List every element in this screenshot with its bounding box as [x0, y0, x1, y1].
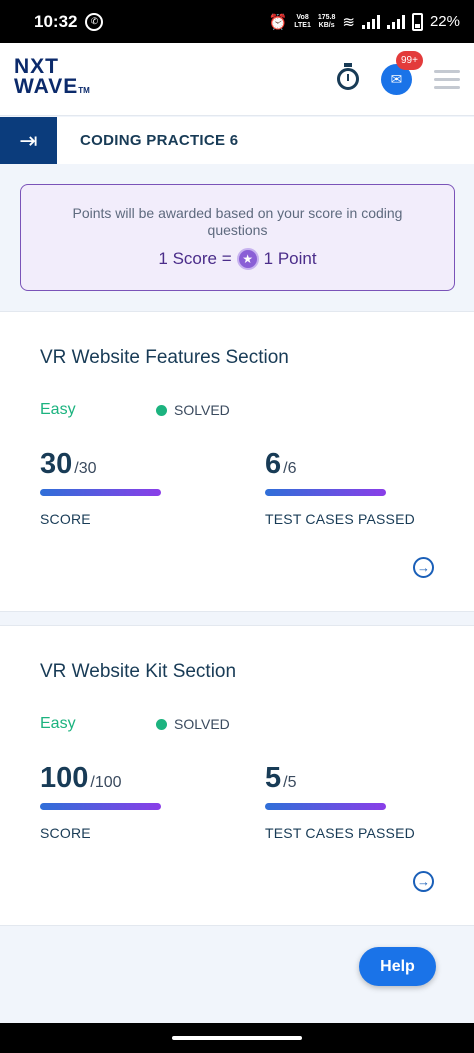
chat-button[interactable]: ✉ 99+ — [381, 50, 423, 95]
system-nav-bar — [0, 1023, 474, 1053]
score-progress-bar — [40, 803, 161, 810]
expand-arrow-icon: ⇥ — [19, 127, 38, 153]
solved-status: SOLVED — [156, 716, 230, 732]
network-speed: 175.8 KB/s — [317, 13, 336, 29]
signal-icon — [361, 14, 380, 29]
points-note: Points will be awarded based on your sco… — [72, 205, 403, 238]
hamburger-menu-icon[interactable] — [434, 69, 460, 89]
points-info-banner: Points will be awarded based on your sco… — [20, 184, 455, 291]
practice-header: ⇥ CODING PRACTICE 6 — [0, 117, 474, 164]
test-cases-progress-bar — [265, 489, 386, 496]
difficulty-label: Easy — [40, 715, 76, 732]
page-title: CODING PRACTICE 6 — [80, 132, 239, 149]
open-question-arrow-icon[interactable]: → — [413, 871, 434, 892]
battery-icon — [411, 12, 423, 31]
status-dot-icon — [156, 404, 167, 416]
question-card[interactable]: VR Website Kit Section Easy SOLVED 100/1… — [0, 625, 474, 926]
question-card[interactable]: VR Website Features Section Easy SOLVED … — [0, 311, 474, 612]
app-header: NXT WAVETM ✉ 99+ — [0, 43, 474, 116]
status-icons: ⏰ Vo8 LTE1 175.8 KB/s ≋ 22% — [268, 12, 460, 31]
score-metric: 100/100 SCORE — [40, 762, 161, 841]
signal-icon-2 — [386, 14, 405, 29]
notification-badge: 99+ — [396, 50, 423, 70]
whatsapp-icon: ✆ — [85, 12, 104, 31]
difficulty-label: Easy — [40, 401, 76, 418]
solved-status: SOLVED — [156, 402, 230, 418]
question-title[interactable]: VR Website Features Section — [40, 347, 289, 369]
test-cases-metric: 6/6 TEST CASES PASSED — [265, 448, 415, 527]
score-point-equation: 1 Score = ★ 1 Point — [158, 248, 317, 270]
sidebar-toggle-button[interactable]: ⇥ — [0, 117, 57, 164]
status-time: 10:32 — [34, 11, 78, 31]
volte-indicator: Vo8 LTE1 — [294, 13, 311, 29]
stopwatch-icon[interactable] — [337, 68, 359, 90]
score-metric: 30/30 SCORE — [40, 448, 161, 527]
status-dot-icon — [156, 718, 167, 730]
home-gesture-bar[interactable] — [172, 1036, 302, 1040]
status-bar: 10:32 ✆ ⏰ Vo8 LTE1 175.8 KB/s ≋ 22% — [0, 0, 474, 43]
battery-percent: 22% — [429, 13, 460, 30]
score-progress-bar — [40, 489, 161, 496]
wifi-icon: ≋ — [342, 13, 355, 31]
star-coin-icon: ★ — [236, 248, 259, 270]
open-question-arrow-icon[interactable]: → — [413, 557, 434, 578]
test-cases-progress-bar — [265, 803, 386, 810]
nxtwave-logo[interactable]: NXT WAVETM — [14, 56, 90, 101]
question-title[interactable]: VR Website Kit Section — [40, 661, 236, 683]
alarm-icon: ⏰ — [268, 13, 288, 31]
test-cases-metric: 5/5 TEST CASES PASSED — [265, 762, 415, 841]
help-button[interactable]: Help — [359, 947, 436, 986]
